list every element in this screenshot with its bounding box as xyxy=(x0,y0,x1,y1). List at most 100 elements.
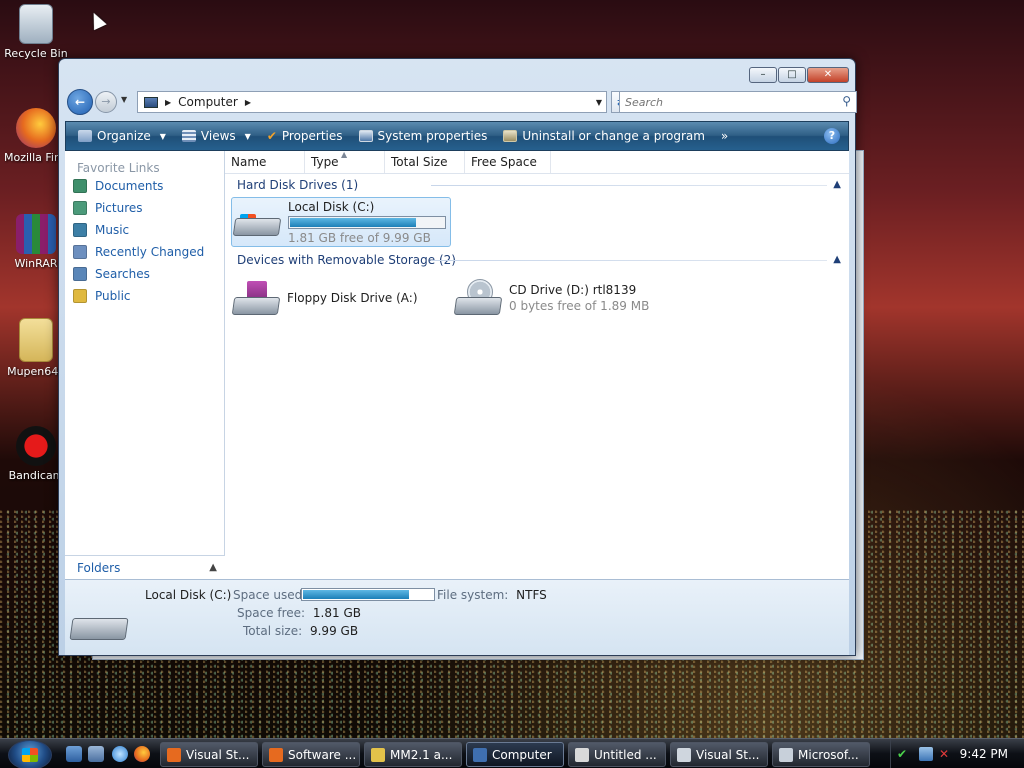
taskbar-button[interactable]: Software ... xyxy=(262,742,360,767)
search-input[interactable] xyxy=(620,92,820,112)
chevron-up-icon: ▲ xyxy=(209,562,217,573)
favorite-link-public[interactable]: Public xyxy=(65,285,224,307)
favorite-link-music[interactable]: Music xyxy=(65,219,224,241)
group-title: Devices with Removable Storage (2) xyxy=(237,253,456,267)
organize-button[interactable]: Organize ▼ xyxy=(72,124,172,148)
details-space-free: Space free: 1.81 GB xyxy=(237,606,361,620)
column-header-type[interactable]: ▲ Type xyxy=(305,150,385,173)
help-icon[interactable]: ? xyxy=(824,128,840,144)
system-properties-button[interactable]: System properties xyxy=(353,124,494,148)
drive-tile-local-disk-c[interactable]: Local Disk (C:) 1.81 GB free of 9.99 GB xyxy=(231,197,451,247)
details-file-system-value: NTFS xyxy=(516,588,547,602)
drive-name: Local Disk (C:) xyxy=(288,200,375,214)
drive-free-space: 0 bytes free of 1.89 MB xyxy=(509,299,650,313)
explorer-window: – □ ✕ ← → ▼ ▶ Computer ▶ ▼ ⇄ ⚲ Organize … xyxy=(58,58,857,656)
internet-explorer-icon[interactable] xyxy=(112,746,128,762)
switch-windows-icon[interactable] xyxy=(88,746,104,762)
desktop-icon-recycle-bin[interactable]: Recycle Bin xyxy=(4,4,68,60)
organize-icon xyxy=(78,130,92,142)
recent-pages-dropdown[interactable]: ▼ xyxy=(121,95,127,104)
navigation-bar: ← → ▼ ▶ Computer ▶ ▼ ⇄ ⚲ xyxy=(67,89,857,115)
properties-label: Properties xyxy=(281,129,343,143)
searches-icon xyxy=(73,267,87,281)
system-properties-label: System properties xyxy=(377,129,488,143)
more-commands-button[interactable]: » xyxy=(715,124,734,148)
organize-label: Organize xyxy=(97,129,151,143)
favorite-link-documents[interactable]: Documents xyxy=(65,175,224,197)
uninstall-program-button[interactable]: Uninstall or change a program xyxy=(497,124,711,148)
details-space-free-value: 1.81 GB xyxy=(312,606,361,620)
favorite-link-label: Pictures xyxy=(95,201,143,215)
column-header-total-size[interactable]: Total Size xyxy=(385,151,465,173)
caption-buttons: – □ ✕ xyxy=(749,67,849,83)
winrar-icon xyxy=(16,214,56,254)
properties-button[interactable]: ✔ Properties xyxy=(261,124,349,148)
taskbar-button[interactable]: Computer xyxy=(466,742,564,767)
hard-drive-icon xyxy=(232,200,282,240)
folders-label: Folders xyxy=(77,561,121,575)
windows-logo-icon xyxy=(22,748,38,762)
address-dropdown-icon[interactable]: ▼ xyxy=(596,98,602,107)
chevron-up-icon[interactable]: ▲ xyxy=(833,174,841,196)
volume-muted-icon[interactable]: ✕ xyxy=(939,747,953,761)
computer-icon xyxy=(144,96,158,108)
taskbar-app-icon xyxy=(779,747,793,762)
taskbar-button[interactable]: Visual St... xyxy=(670,742,768,767)
taskbar-app-icon xyxy=(167,747,181,762)
file-list-pane: Name ▲ Type Total Size Free Space Hard D… xyxy=(225,150,849,579)
favorite-link-label: Public xyxy=(95,289,131,303)
group-header-hard-disks[interactable]: Hard Disk Drives (1) ▲ xyxy=(225,174,849,196)
network-icon[interactable] xyxy=(919,747,933,761)
taskbar-button[interactable]: Untitled ... xyxy=(568,742,666,767)
maximize-button[interactable]: □ xyxy=(778,67,806,83)
bandicam-icon xyxy=(16,426,56,466)
favorite-link-searches[interactable]: Searches xyxy=(65,263,224,285)
command-bar: Organize ▼ Views ▼ ✔ Properties System p… xyxy=(65,121,849,151)
chevron-up-icon[interactable]: ▲ xyxy=(833,249,841,271)
show-desktop-icon[interactable] xyxy=(66,746,82,762)
address-bar[interactable]: ▶ Computer ▶ ▼ xyxy=(137,91,607,113)
favorite-link-pictures[interactable]: Pictures xyxy=(65,197,224,219)
taskbar-app-icon xyxy=(473,747,487,762)
column-header-name[interactable]: Name xyxy=(225,151,305,173)
forward-button[interactable]: → xyxy=(95,91,117,113)
chevron-down-icon: ▼ xyxy=(244,131,251,141)
favorite-link-recently-changed[interactable]: Recently Changed xyxy=(65,241,224,263)
firefox-icon[interactable] xyxy=(134,746,150,762)
minimize-button[interactable]: – xyxy=(749,67,777,83)
details-file-system: File system: NTFS xyxy=(437,588,547,602)
group-header-removable[interactable]: Devices with Removable Storage (2) ▲ xyxy=(225,249,849,271)
column-header-free-space[interactable]: Free Space xyxy=(465,151,551,173)
address-location[interactable]: Computer xyxy=(178,95,238,109)
close-button[interactable]: ✕ xyxy=(807,67,849,83)
folder-icon xyxy=(19,318,53,362)
views-button[interactable]: Views ▼ xyxy=(176,124,257,148)
drive-tile-floppy-a[interactable]: Floppy Disk Drive (A:) xyxy=(231,277,431,327)
public-folder-icon xyxy=(73,289,87,303)
taskbar-button[interactable]: MM2.1 a... xyxy=(364,742,462,767)
mouse-cursor xyxy=(87,9,107,31)
drive-tile-cd-d[interactable]: CD Drive (D:) rtl8139 0 bytes free of 1.… xyxy=(453,277,663,327)
search-box[interactable]: ⚲ xyxy=(619,91,857,113)
drive-name: Floppy Disk Drive (A:) xyxy=(287,291,418,305)
group-title: Hard Disk Drives (1) xyxy=(237,178,359,192)
details-total-size-label: Total size: xyxy=(243,624,303,638)
taskbar-button[interactable]: Microsof... xyxy=(772,742,870,767)
search-icon[interactable]: ⚲ xyxy=(842,94,851,108)
desktop-icon-label: Recycle Bin xyxy=(4,47,68,60)
taskbar-button-label: Software ... xyxy=(288,747,357,762)
pictures-icon xyxy=(73,201,87,215)
system-clock[interactable]: 9:42 PM xyxy=(960,747,1008,761)
safely-remove-icon[interactable]: ✔ xyxy=(897,747,911,761)
start-button[interactable] xyxy=(8,740,52,768)
firefox-icon xyxy=(16,108,56,148)
details-space-used-label: Space used: xyxy=(233,588,307,602)
taskbar-button-label: Visual St... xyxy=(696,747,760,762)
folders-toggle[interactable]: Folders ▲ xyxy=(65,555,225,579)
chevron-right-icon[interactable]: ▶ xyxy=(245,98,251,107)
taskbar-button[interactable]: Visual St... xyxy=(160,742,258,767)
chevron-right-icon[interactable]: ▶ xyxy=(165,98,171,107)
taskbar-button-label: Microsof... xyxy=(798,747,859,762)
recycle-bin-icon xyxy=(19,4,53,44)
back-button[interactable]: ← xyxy=(67,89,93,115)
